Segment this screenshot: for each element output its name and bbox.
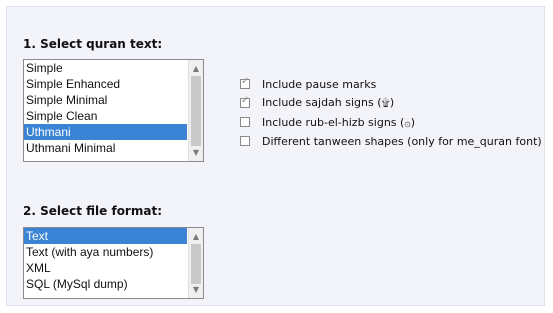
chevron-up-icon[interactable]: ▲ xyxy=(189,62,203,75)
quran-text-heading: 1. Select quran text: xyxy=(23,37,163,51)
pause-marks-checkbox[interactable] xyxy=(240,76,250,89)
option-rub-el-hizb-signs[interactable]: Include rub-el-hizb signs (۞) xyxy=(240,113,415,131)
chevron-down-icon[interactable]: ▼ xyxy=(189,146,203,159)
quran-text-option-uthmani-minimal[interactable]: Uthmani Minimal xyxy=(24,140,187,156)
sajdah-signs-checkbox[interactable] xyxy=(240,95,250,108)
sajdah-signs-label: Include sajdah signs (۩) xyxy=(262,96,395,109)
option-pause-marks[interactable]: Include pause marks xyxy=(240,75,376,93)
file-format-scrollbar[interactable]: ▲ ▼ xyxy=(188,228,203,298)
file-format-scroll-thumb[interactable] xyxy=(191,244,201,284)
file-format-options: Text Text (with aya numbers) XML SQL (My… xyxy=(24,228,187,292)
export-options-panel: 1. Select quran text: Simple Simple Enha… xyxy=(6,6,545,306)
quran-text-listbox[interactable]: Simple Simple Enhanced Simple Minimal Si… xyxy=(23,59,204,162)
quran-text-options: Simple Simple Enhanced Simple Minimal Si… xyxy=(24,60,187,156)
option-sajdah-signs[interactable]: Include sajdah signs (۩) xyxy=(240,94,394,112)
rub-el-hizb-checkbox[interactable] xyxy=(240,117,250,127)
quran-text-option-simple[interactable]: Simple xyxy=(24,60,187,76)
pause-marks-label: Include pause marks xyxy=(262,77,377,91)
option-tanween-shapes[interactable]: Different tanween shapes (only for me_qu… xyxy=(240,132,542,150)
rub-el-hizb-label: Include rub-el-hizb signs (۞) xyxy=(262,115,416,129)
file-format-option-text-aya-numbers[interactable]: Text (with aya numbers) xyxy=(24,244,187,260)
tanween-shapes-checkbox[interactable] xyxy=(240,136,250,146)
file-format-option-xml[interactable]: XML xyxy=(24,260,187,276)
file-format-option-sql[interactable]: SQL (MySql dump) xyxy=(24,276,187,292)
file-format-option-text[interactable]: Text xyxy=(24,228,187,244)
quran-text-option-simple-minimal[interactable]: Simple Minimal xyxy=(24,92,187,108)
quran-text-option-simple-clean[interactable]: Simple Clean xyxy=(24,108,187,124)
chevron-up-icon[interactable]: ▲ xyxy=(189,230,203,243)
file-format-heading: 2. Select file format: xyxy=(23,204,162,218)
quran-text-scroll-thumb[interactable] xyxy=(191,76,201,146)
file-format-listbox[interactable]: Text Text (with aya numbers) XML SQL (My… xyxy=(23,227,204,299)
quran-text-option-uthmani[interactable]: Uthmani xyxy=(24,124,187,140)
tanween-shapes-label: Different tanween shapes (only for me_qu… xyxy=(262,134,542,148)
chevron-down-icon[interactable]: ▼ xyxy=(189,283,203,296)
quran-text-option-simple-enhanced[interactable]: Simple Enhanced xyxy=(24,76,187,92)
quran-text-scrollbar[interactable]: ▲ ▼ xyxy=(188,60,203,161)
